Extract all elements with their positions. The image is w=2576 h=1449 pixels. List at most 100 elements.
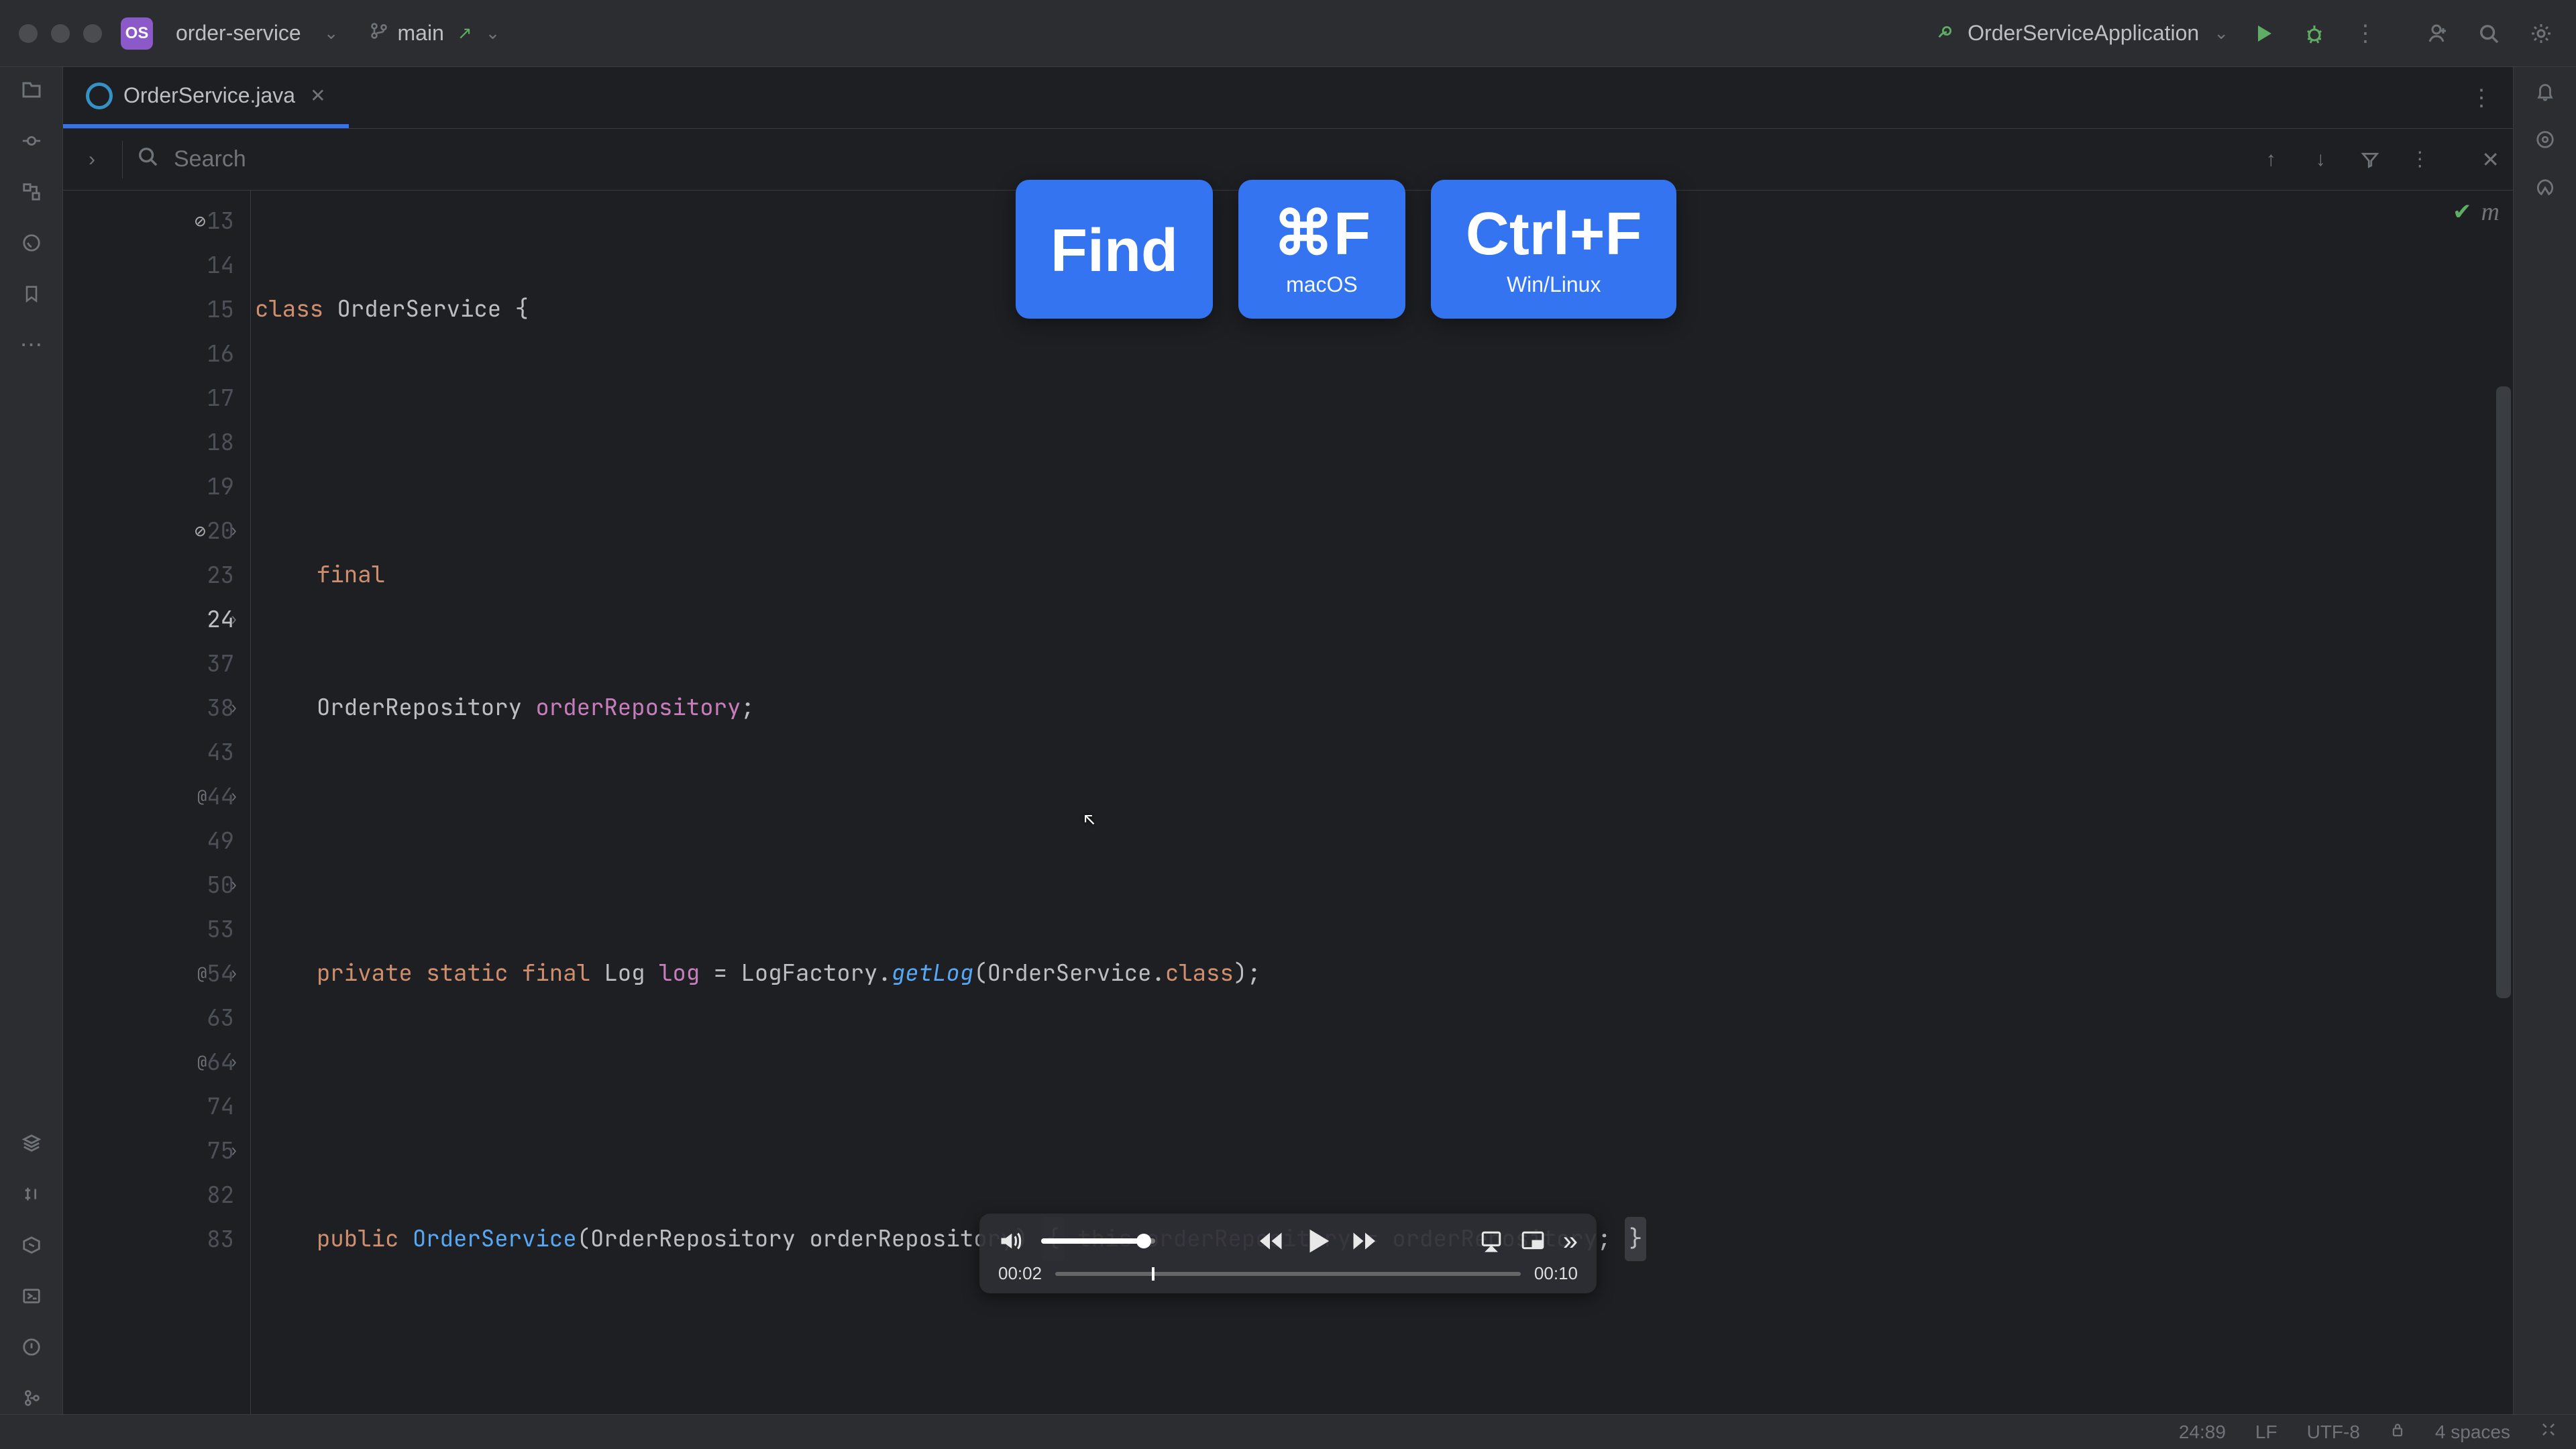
search-everywhere-icon[interactable] xyxy=(2473,17,2505,50)
seek-bar[interactable] xyxy=(1055,1272,1521,1276)
fold-icon[interactable]: › xyxy=(229,1053,238,1072)
line-number: 13 xyxy=(202,206,234,236)
warn-icon: ⊘ xyxy=(195,209,206,233)
close-find-icon[interactable]: ✕ xyxy=(2481,147,2500,172)
commit-tool-icon[interactable] xyxy=(15,125,48,157)
forward-icon[interactable] xyxy=(1352,1228,1379,1254)
readonly-lock-icon[interactable] xyxy=(2390,1421,2406,1443)
run-config-name: OrderServiceApplication xyxy=(1968,21,2199,46)
project-badge: OS xyxy=(121,17,153,50)
file-encoding[interactable]: UTF-8 xyxy=(2307,1421,2360,1443)
ai-assist-icon[interactable] xyxy=(2529,123,2561,156)
pull-request-tool-icon[interactable] xyxy=(15,227,48,259)
gutter[interactable]: ⊘13 14 15 16 17 18 19 ⊘›20 23 ›24 37 ›38… xyxy=(63,191,251,1414)
more-actions-button[interactable]: ⋮ xyxy=(2349,17,2381,50)
titlebar-right-icons xyxy=(2420,17,2557,50)
more-video-icon[interactable]: » xyxy=(1563,1226,1578,1256)
run-config-selector[interactable]: OrderServiceApplication ⌄ xyxy=(1937,21,2229,46)
line-number: 15 xyxy=(202,294,234,325)
line-number: 83 xyxy=(202,1224,234,1254)
find-input[interactable] xyxy=(172,141,897,178)
run-tool-icon[interactable] xyxy=(15,1280,48,1312)
warn-icon: ⊘ xyxy=(195,519,206,543)
expand-find-icon[interactable]: › xyxy=(76,148,107,171)
next-match-icon[interactable]: ↓ xyxy=(2306,145,2335,174)
cursor-position[interactable]: 24:89 xyxy=(2179,1421,2226,1443)
project-tool-icon[interactable] xyxy=(15,74,48,106)
volume-slider[interactable] xyxy=(1041,1238,1155,1244)
vcs-branch-widget[interactable]: main ↗ ⌄ xyxy=(370,21,500,46)
close-window-icon[interactable] xyxy=(19,24,38,43)
fold-icon[interactable]: › xyxy=(229,698,238,718)
left-tool-strip: ⋯ xyxy=(0,67,63,1414)
line-number: 16 xyxy=(202,339,234,369)
run-config-icon xyxy=(1937,21,1957,46)
editor-tabs: OrderService.java ✕ ⋮ xyxy=(63,67,2513,129)
branch-name: main xyxy=(398,21,444,46)
hint-card-win: Ctrl+F Win/Linux xyxy=(1431,180,1677,319)
tab-actions-icon[interactable]: ⋮ xyxy=(2470,85,2493,111)
editor-scrollbar[interactable] xyxy=(2494,191,2513,1414)
editor-area: OrderService.java ✕ ⋮ › ↑ ↓ ⋮ ✕ xyxy=(63,67,2513,1414)
chevron-down-icon[interactable]: ⌄ xyxy=(486,23,500,44)
line-number: 14 xyxy=(202,250,234,280)
airplay-icon[interactable] xyxy=(1480,1230,1503,1252)
database-tool-icon[interactable] xyxy=(2529,172,2561,204)
fold-icon[interactable]: › xyxy=(229,875,238,895)
rewind-icon[interactable] xyxy=(1256,1228,1283,1254)
fold-icon[interactable]: › xyxy=(229,521,238,541)
editor-tab[interactable]: OrderService.java ✕ xyxy=(63,67,349,128)
fold-icon[interactable]: › xyxy=(229,1141,238,1161)
hint-card-find: Find xyxy=(1016,180,1213,319)
problems-tool-icon[interactable] xyxy=(15,1331,48,1363)
vcs-tool-icon[interactable] xyxy=(15,1382,48,1414)
hint-label: Find xyxy=(1051,221,1178,281)
indent-setting[interactable]: 4 spaces xyxy=(2435,1421,2510,1443)
expand-statusbar-icon[interactable] xyxy=(2540,1421,2557,1443)
title-bar: OS order-service ⌄ main ↗ ⌄ OrderService… xyxy=(0,0,2576,67)
override-icon[interactable]: @ xyxy=(197,963,207,984)
line-number: 18 xyxy=(202,427,234,458)
more-tools-icon[interactable]: ⋯ xyxy=(15,329,48,361)
hint-card-mac: ⌘F macOS xyxy=(1238,180,1405,319)
override-icon[interactable]: @ xyxy=(197,786,207,807)
hint-sub: Win/Linux xyxy=(1507,272,1601,297)
video-total-time: 00:10 xyxy=(1534,1263,1578,1284)
fold-icon[interactable]: › xyxy=(229,964,238,983)
line-number: 37 xyxy=(202,649,234,679)
minimize-window-icon[interactable] xyxy=(51,24,70,43)
volume-icon[interactable] xyxy=(998,1229,1022,1253)
filter-icon[interactable] xyxy=(2355,145,2385,174)
fold-icon[interactable]: › xyxy=(229,787,238,806)
run-button[interactable] xyxy=(2247,17,2279,50)
code-with-me-icon[interactable] xyxy=(2420,17,2453,50)
bookmarks-tool-icon[interactable] xyxy=(15,278,48,310)
close-tab-icon[interactable]: ✕ xyxy=(310,85,325,107)
push-arrow-icon: ↗ xyxy=(458,23,472,44)
prev-match-icon[interactable]: ↑ xyxy=(2256,145,2286,174)
structure-tool-icon[interactable] xyxy=(15,176,48,208)
terminal-tool-icon[interactable] xyxy=(15,1178,48,1210)
layers-tool-icon[interactable] xyxy=(15,1127,48,1159)
play-icon[interactable] xyxy=(1302,1226,1333,1256)
settings-icon[interactable] xyxy=(2525,17,2557,50)
debug-button[interactable] xyxy=(2298,17,2330,50)
pip-icon[interactable] xyxy=(1521,1230,1544,1252)
project-name[interactable]: order-service xyxy=(176,21,301,46)
fold-icon[interactable]: › xyxy=(229,610,238,629)
java-interface-icon xyxy=(86,83,113,109)
services-tool-icon[interactable] xyxy=(15,1229,48,1261)
window-controls xyxy=(19,24,102,43)
chevron-down-icon[interactable]: ⌄ xyxy=(324,23,339,44)
hint-sub: macOS xyxy=(1286,272,1358,297)
zoom-window-icon[interactable] xyxy=(83,24,102,43)
line-number: 43 xyxy=(202,737,234,767)
find-more-icon[interactable]: ⋮ xyxy=(2405,145,2434,174)
hint-key: ⌘F xyxy=(1273,204,1371,264)
line-number: 17 xyxy=(202,383,234,413)
override-icon[interactable]: @ xyxy=(197,1052,207,1073)
line-separator[interactable]: LF xyxy=(2255,1421,2277,1443)
line-number: 74 xyxy=(202,1091,234,1122)
notifications-icon[interactable] xyxy=(2529,75,2561,107)
line-number: 82 xyxy=(202,1180,234,1210)
